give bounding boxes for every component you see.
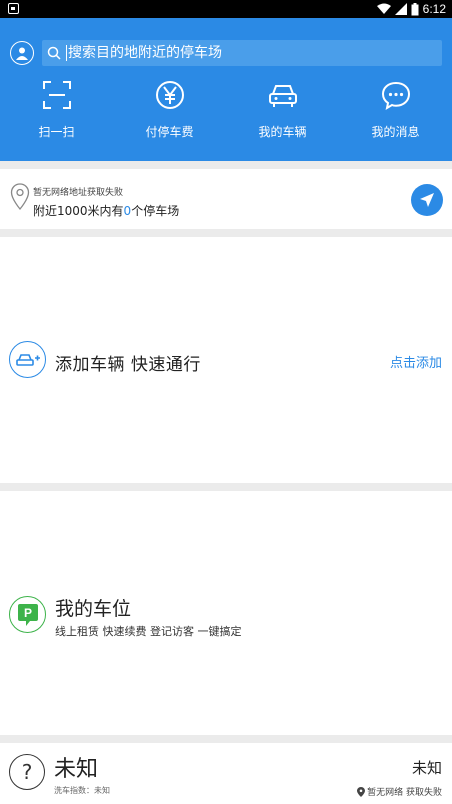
- my-messages-label: 我的消息: [371, 125, 420, 139]
- location-status: 暂无网络地址获取失败: [33, 188, 124, 198]
- pay-parking-label: 付停车费: [145, 125, 194, 139]
- my-messages-button[interactable]: 我的消息: [339, 78, 452, 148]
- add-vehicle-link[interactable]: 点击添加: [390, 352, 442, 371]
- search-input[interactable]: [68, 40, 438, 66]
- weather-location-status: 暂无网络 获取失败: [357, 785, 442, 798]
- location-pin-icon: [10, 183, 30, 211]
- svg-text:P: P: [23, 606, 31, 620]
- text-cursor: [66, 45, 67, 61]
- pay-parking-button[interactable]: 付停车费: [113, 78, 226, 148]
- navigate-button[interactable]: [411, 184, 443, 216]
- yen-icon: [155, 81, 184, 109]
- my-parking-spot-card[interactable]: P 我的车位 线上租赁 快速续费 登记访客 一键搞定: [0, 491, 452, 735]
- battery-icon: [411, 2, 419, 15]
- temperature-value: 未知: [411, 759, 442, 777]
- user-icon: [16, 47, 28, 60]
- signal-icon: [394, 3, 407, 15]
- status-bar: 6:12: [0, 0, 452, 18]
- divider: [0, 735, 452, 743]
- scan-button[interactable]: 扫一扫: [0, 78, 113, 148]
- add-vehicle-card[interactable]: 添加车辆 快速通行 点击添加: [0, 237, 452, 483]
- navigation-arrow-icon: [420, 193, 434, 207]
- weather-condition: 未知: [54, 757, 99, 782]
- unknown-weather-icon: ?: [9, 754, 45, 790]
- nearby-parking-count: 附近1000米内有0个停车场: [33, 204, 180, 218]
- add-car-icon: [9, 341, 46, 378]
- location-row: 暂无网络地址获取失败 附近1000米内有0个停车场: [0, 169, 452, 229]
- my-vehicles-label: 我的车辆: [258, 125, 307, 139]
- divider: [0, 229, 452, 237]
- car-icon: [268, 85, 297, 107]
- scan-icon: [42, 81, 71, 109]
- parking-spot-icon: P: [9, 596, 46, 633]
- my-spot-subtitle: 线上租赁 快速续费 登记访客 一键搞定: [55, 625, 242, 638]
- notification-icon: [8, 3, 19, 14]
- wifi-icon: [376, 3, 391, 14]
- location-pin-icon: [357, 786, 366, 797]
- scan-label: 扫一扫: [38, 125, 75, 139]
- header: 扫一扫 付停车费 我的车辆 我的消息: [0, 18, 452, 161]
- search-bar[interactable]: [42, 40, 442, 66]
- user-avatar-button[interactable]: [10, 41, 34, 65]
- add-vehicle-title: 添加车辆 快速通行: [55, 355, 201, 375]
- divider: [0, 161, 452, 169]
- my-vehicles-button[interactable]: 我的车辆: [226, 78, 339, 148]
- message-icon: [381, 81, 410, 111]
- weather-panel: ? 未知 洗车指数：未知 未知 暂无网络 获取失败: [0, 743, 452, 804]
- divider: [0, 483, 452, 491]
- status-time: 6:12: [422, 2, 446, 16]
- my-spot-title: 我的车位: [55, 598, 132, 620]
- search-icon: [47, 46, 61, 60]
- car-wash-index: 洗车指数：未知: [54, 786, 110, 795]
